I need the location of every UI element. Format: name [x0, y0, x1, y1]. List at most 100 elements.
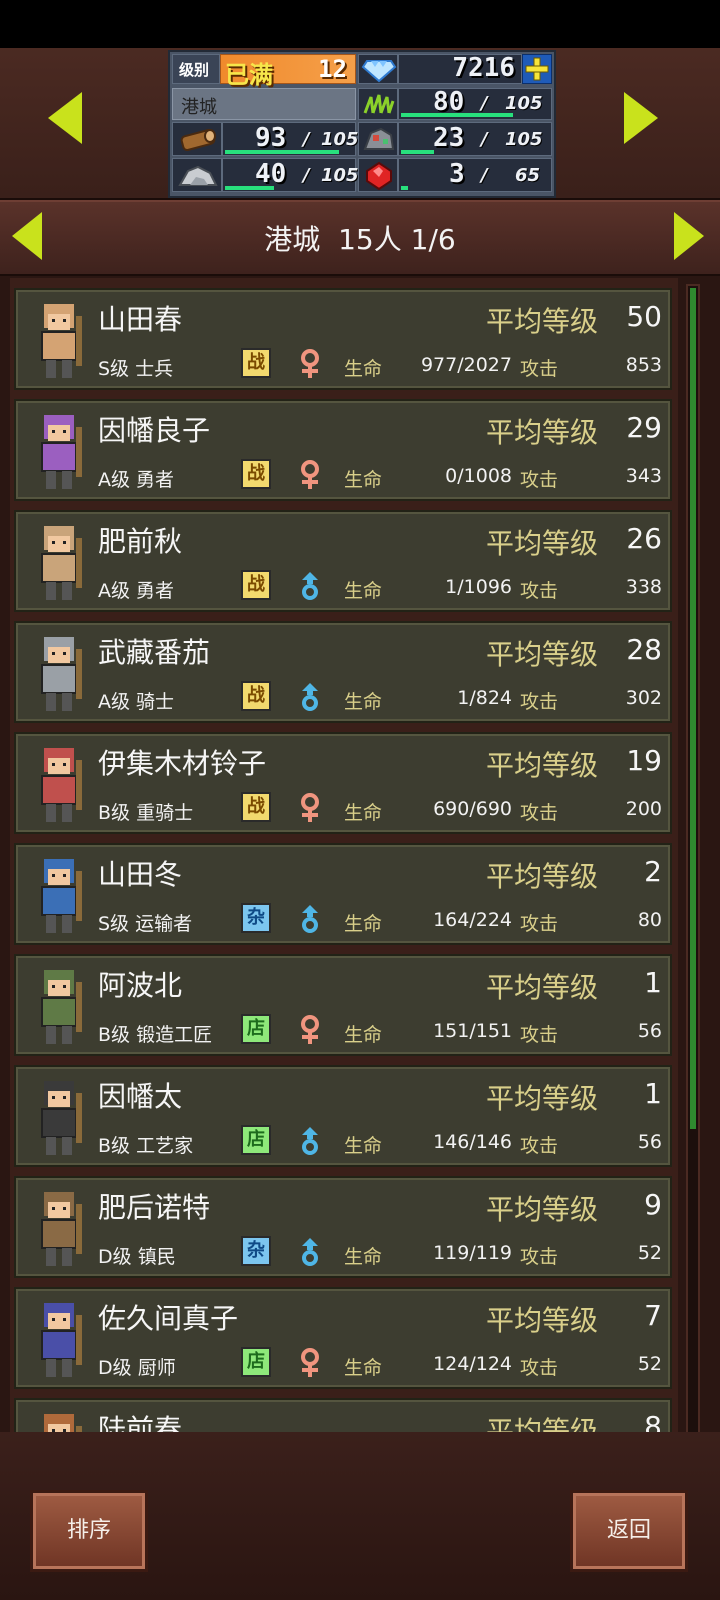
avg-level-label: 平均等级 [486, 527, 599, 560]
ore-max: 105 [505, 129, 543, 150]
attack-value: 56 [637, 1131, 662, 1153]
attack-label: 攻击 [520, 1246, 559, 1268]
hp-label: 生命 [344, 1024, 383, 1046]
role-badge: 店 [241, 1347, 271, 1377]
resident-name: 肥前秋 [98, 525, 183, 558]
role-badge: 战 [241, 681, 271, 711]
female-icon [301, 1015, 319, 1044]
hp-value: 0/1008 [445, 465, 512, 487]
attack-label: 攻击 [520, 1357, 559, 1379]
attack-value: 52 [637, 1353, 662, 1375]
avg-level-value: 1 [644, 966, 662, 999]
rank-job: D级 厨师 [98, 1353, 176, 1380]
town-name: 港城 [181, 97, 217, 118]
ruby-icon-cell [358, 158, 398, 192]
gem-count-cell: 7216 [398, 53, 522, 84]
hp-label: 生命 [344, 1135, 383, 1157]
resident-row[interactable]: 因幡良子 平均等级 29 A级 勇者 战 生命 0/1008 攻击 343 [14, 399, 672, 501]
avg-level-label: 平均等级 [486, 1193, 599, 1226]
character-avatar-icon [41, 1081, 82, 1155]
attack-label: 攻击 [520, 469, 559, 491]
stone-slash: / [303, 165, 310, 186]
resident-row[interactable]: 阿波北 平均等级 1 B级 锻造工匠 店 生命 151/151 攻击 56 [14, 954, 672, 1056]
attack-value: 200 [625, 798, 662, 820]
female-icon [301, 460, 319, 489]
resident-list[interactable]: 山田春 平均等级 50 S级 士兵 战 生命 977/2027 攻击 853 因… [10, 278, 678, 1462]
resident-row[interactable]: 山田冬 平均等级 2 S级 运输者 杂 生命 164/224 攻击 80 [14, 843, 672, 945]
resident-row[interactable]: 因幡太 平均等级 1 B级 工艺家 店 生命 146/146 攻击 56 [14, 1065, 672, 1167]
job-title: 重骑士 [136, 802, 194, 824]
scrollbar-thumb[interactable] [690, 288, 696, 1129]
rank-job: A级 勇者 [98, 576, 174, 603]
female-icon [301, 1348, 319, 1377]
hp-label: 生命 [344, 1357, 383, 1379]
role-badge: 战 [241, 348, 271, 378]
sort-button[interactable]: 排序 [30, 1490, 148, 1572]
female-icon [301, 349, 319, 378]
rank-label: 级别 [179, 61, 210, 79]
resident-row[interactable]: 肥后诺特 平均等级 9 D级 镇民 杂 生命 119/119 攻击 52 [14, 1176, 672, 1278]
attack-value: 302 [625, 687, 662, 709]
avg-level-label: 平均等级 [486, 638, 599, 671]
character-avatar-icon [41, 859, 82, 933]
avg-level-value: 26 [626, 522, 662, 555]
attack-value: 338 [625, 576, 662, 598]
food-bar [401, 113, 513, 117]
rank-grade: B级 [98, 1135, 131, 1157]
gem-count: 7216 [452, 53, 515, 83]
ore-value-cell: 23 / 105 [398, 122, 552, 156]
resident-row[interactable]: 山田春 平均等级 50 S级 士兵 战 生命 977/2027 攻击 853 [14, 288, 672, 390]
plus-icon [525, 57, 549, 81]
rank-grade: A级 [98, 691, 130, 713]
gem-icon-cell [358, 54, 398, 84]
job-title: 士兵 [135, 358, 174, 380]
hp-value: 164/224 [433, 909, 512, 931]
resident-name: 阿波北 [98, 969, 183, 1002]
wood-slash: / [303, 129, 310, 150]
hp-value: 151/151 [433, 1020, 512, 1042]
avg-level-value: 9 [644, 1188, 662, 1221]
role-badge: 店 [241, 1125, 271, 1155]
rank-job: B级 重骑士 [98, 798, 193, 825]
hp-value: 1/824 [457, 687, 512, 709]
resident-name: 武藏番茄 [98, 636, 211, 669]
attack-value: 52 [637, 1242, 662, 1264]
male-icon [302, 1238, 318, 1266]
character-avatar-icon [41, 304, 82, 378]
wood-max: 105 [321, 129, 359, 150]
rank-job: B级 锻造工匠 [98, 1020, 212, 1047]
attack-value: 80 [637, 909, 662, 931]
wood-log-icon [180, 128, 216, 152]
resident-name: 因幡太 [98, 1080, 183, 1113]
male-icon [302, 905, 318, 933]
role-badge: 战 [241, 459, 271, 489]
rank-grade: B级 [98, 802, 131, 824]
rank-grade: B级 [98, 1024, 131, 1046]
resident-row[interactable]: 武藏番茄 平均等级 28 A级 骑士 战 生命 1/824 攻击 302 [14, 621, 672, 723]
hp-label: 生命 [344, 691, 383, 713]
scrollbar[interactable] [686, 284, 700, 1460]
next-town-arrow-icon[interactable] [624, 92, 658, 144]
rank-grade: D级 [98, 1357, 132, 1379]
avg-level-value: 1 [644, 1077, 662, 1110]
hp-value: 690/690 [433, 798, 512, 820]
prev-town-arrow-icon[interactable] [48, 92, 82, 144]
rank-job: S级 运输者 [98, 909, 192, 936]
ore-bar [401, 150, 434, 154]
character-avatar-icon [41, 1303, 82, 1377]
ore-icon [363, 127, 395, 150]
hp-label: 生命 [344, 580, 383, 602]
attack-label: 攻击 [520, 580, 559, 602]
job-title: 厨师 [137, 1357, 176, 1379]
female-icon [301, 793, 319, 822]
avg-level-label: 平均等级 [486, 749, 599, 782]
add-gems-button[interactable] [522, 54, 552, 84]
resident-row[interactable]: 伊集木材铃子 平均等级 19 B级 重骑士 战 生命 690/690 攻击 20… [14, 732, 672, 834]
rank-job: S级 士兵 [98, 354, 173, 381]
resident-row[interactable]: 佐久间真子 平均等级 7 D级 厨师 店 生命 124/124 攻击 52 [14, 1287, 672, 1389]
avg-level-value: 7 [644, 1299, 662, 1332]
job-title: 勇者 [136, 469, 175, 491]
resident-row[interactable]: 肥前秋 平均等级 26 A级 勇者 战 生命 1/1096 攻击 338 [14, 510, 672, 612]
back-button[interactable]: 返回 [570, 1490, 688, 1572]
stone-max: 105 [321, 165, 359, 186]
